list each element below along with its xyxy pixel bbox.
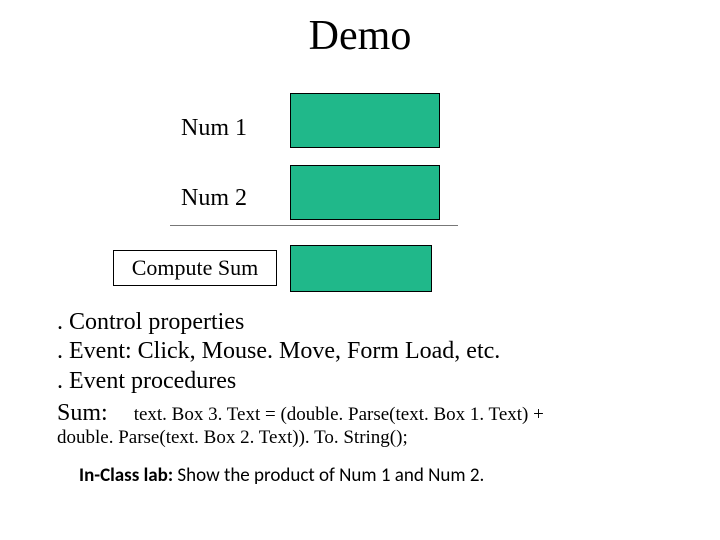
compute-sum-button[interactable]: Compute Sum bbox=[113, 250, 277, 286]
bullet-event: . Event: Click, Mouse. Move, Form Load, … bbox=[57, 337, 500, 366]
textbox-sum[interactable] bbox=[290, 245, 432, 292]
label-num1: Num 1 bbox=[181, 115, 247, 142]
sum-code-1: text. Box 3. Text = (double. Parse(text.… bbox=[134, 404, 544, 425]
label-num2: Num 2 bbox=[181, 185, 247, 212]
bullet-control-properties: . Control properties bbox=[57, 308, 500, 337]
textbox-num1[interactable] bbox=[290, 93, 440, 148]
sum-line-1: Sum: text. Box 3. Text = (double. Parse(… bbox=[57, 400, 544, 427]
footer-bold: In-Class lab: bbox=[79, 464, 177, 487]
bullet-list: . Control properties . Event: Click, Mou… bbox=[57, 308, 500, 396]
footer-rest: Show the product of Num 1 and Num 2. bbox=[177, 464, 484, 487]
divider bbox=[170, 225, 458, 226]
in-class-lab: In-Class lab: Show the product of Num 1 … bbox=[79, 464, 484, 487]
page-title: Demo bbox=[0, 12, 720, 60]
bullet-event-procedures: . Event procedures bbox=[57, 367, 500, 396]
slide: Demo Num 1 Num 2 Compute Sum . Control p… bbox=[0, 0, 720, 540]
sum-code-2: double. Parse(text. Box 2. Text)). To. S… bbox=[57, 427, 408, 449]
sum-label: Sum: bbox=[57, 400, 108, 426]
textbox-num2[interactable] bbox=[290, 165, 440, 220]
